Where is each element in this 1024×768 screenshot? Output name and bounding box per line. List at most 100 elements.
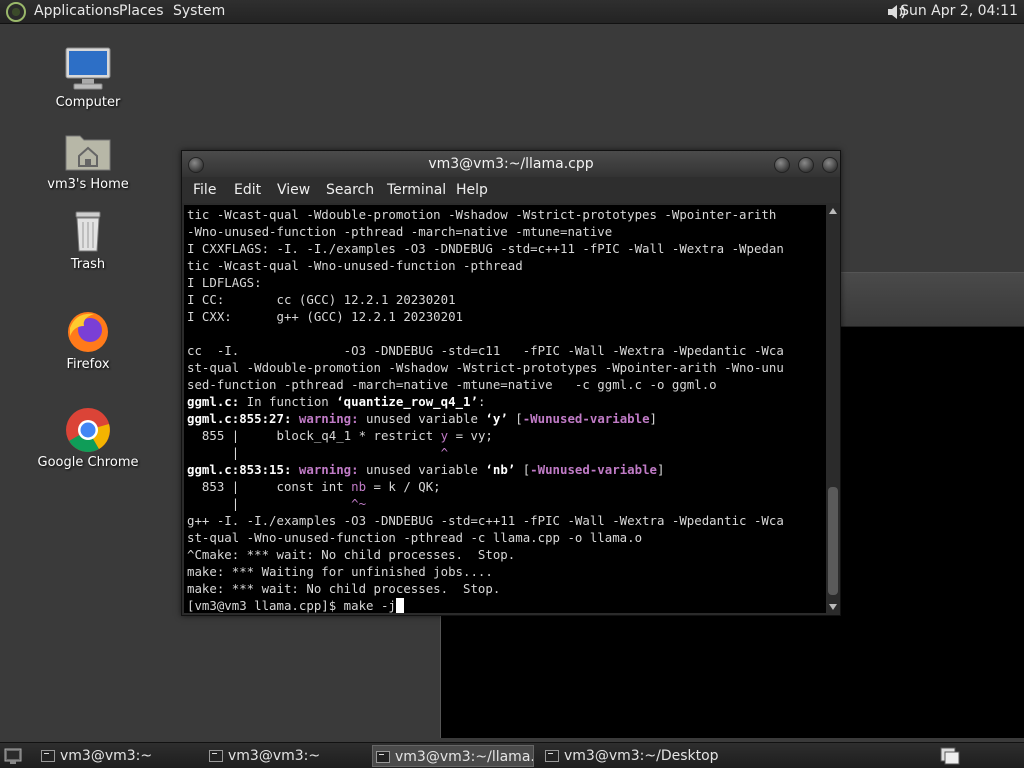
workspace-switcher-icon[interactable] bbox=[940, 747, 960, 765]
terminal-text: In function bbox=[239, 394, 337, 409]
taskbar-item-label: vm3@vm3:~/llama.... bbox=[395, 749, 534, 765]
window-menu-button[interactable] bbox=[188, 157, 204, 173]
top-panel: Applications Places System Sun Apr 2, 04… bbox=[0, 0, 1024, 24]
desktop-icon-firefox[interactable]: Firefox bbox=[28, 308, 148, 372]
desktop-icon-trash[interactable]: Trash bbox=[28, 208, 148, 272]
computer-icon bbox=[65, 47, 111, 90]
menu-help[interactable]: Help bbox=[456, 182, 488, 198]
menu-file[interactable]: File bbox=[193, 182, 216, 198]
source-line: = k / QK; bbox=[366, 479, 441, 494]
terminal-line: tic -Wcast-qual -Wdouble-promotion -Wsha… bbox=[187, 207, 777, 222]
desktop-icon-label: Computer bbox=[55, 95, 121, 110]
warning-label: warning: bbox=[298, 462, 367, 477]
source-highlight: nb bbox=[351, 479, 367, 494]
source-caret: ^ bbox=[440, 445, 449, 460]
terminal-text: : bbox=[477, 394, 486, 409]
show-desktop-icon[interactable] bbox=[4, 747, 22, 765]
terminal-line: make: *** wait: No child processes. Stop… bbox=[187, 581, 501, 596]
terminal-scrollbar[interactable] bbox=[826, 205, 840, 613]
text-cursor bbox=[395, 598, 404, 613]
source-line: 855 | block_q4_1 * restrict bbox=[187, 428, 441, 443]
places-menu[interactable]: Places bbox=[119, 3, 164, 19]
warning-flag: -Wunused-variable bbox=[530, 462, 657, 477]
system-menu[interactable]: System bbox=[173, 3, 225, 19]
warning-location: ggml.c:853:15: bbox=[187, 462, 299, 477]
warning-label: warning: bbox=[298, 411, 367, 426]
taskbar-item[interactable]: vm3@vm3:~ bbox=[206, 745, 368, 767]
terminal-line: I LDFLAGS: bbox=[187, 275, 262, 290]
source-highlight: y bbox=[440, 428, 449, 443]
taskbar-item-label: vm3@vm3:~/Desktop bbox=[564, 748, 719, 764]
desktop-icon-home[interactable]: vm3's Home bbox=[28, 128, 148, 192]
menu-view[interactable]: View bbox=[277, 182, 310, 198]
shell-prompt[interactable]: [vm3@vm3 llama.cpp]$ make -j bbox=[187, 598, 396, 613]
chrome-icon bbox=[66, 408, 110, 452]
terminal-line: make: *** Waiting for unfinished jobs...… bbox=[187, 564, 493, 579]
terminal-line: cc -I. -O3 -DNDEBUG -std=c11 -fPIC -Wall… bbox=[187, 343, 784, 358]
taskbar-item-active[interactable]: vm3@vm3:~/llama.... bbox=[372, 745, 534, 767]
terminal-window[interactable]: vm3@vm3:~/llama.cpp File Edit View Searc… bbox=[181, 150, 841, 616]
minimize-button[interactable] bbox=[774, 157, 790, 173]
terminal-text: ] bbox=[649, 411, 658, 426]
desktop-icon-chrome[interactable]: Google Chrome bbox=[28, 406, 148, 470]
terminal-line: sed-function -pthread -march=native -mtu… bbox=[187, 377, 717, 392]
terminal-line: st-qual -Wno-unused-function -pthread -c… bbox=[187, 530, 643, 545]
taskbar-item[interactable]: vm3@vm3:~/Desktop bbox=[542, 745, 742, 767]
scroll-down-arrow-icon[interactable] bbox=[829, 604, 837, 610]
window-title: vm3@vm3:~/llama.cpp bbox=[428, 156, 594, 172]
terminal-line: ^Cmake: *** wait: No child processes. St… bbox=[187, 547, 516, 562]
error-file-ref: ggml.c: bbox=[187, 394, 240, 409]
desktop-icon-label: Firefox bbox=[66, 357, 110, 372]
terminal-icon bbox=[545, 750, 559, 762]
applications-menu[interactable]: Applications bbox=[34, 3, 120, 19]
bottom-panel: vm3@vm3:~ vm3@vm3:~ vm3@vm3:~/llama.... … bbox=[0, 742, 1024, 768]
terminal-text: ] bbox=[657, 462, 665, 477]
maximize-button[interactable] bbox=[798, 157, 814, 173]
terminal-text: [ bbox=[515, 462, 531, 477]
terminal-line: st-qual -Wdouble-promotion -Wshadow -Wst… bbox=[187, 360, 784, 375]
menu-search[interactable]: Search bbox=[326, 182, 374, 198]
desktop-icon-label: Trash bbox=[70, 257, 106, 272]
desktop-icon-computer[interactable]: Computer bbox=[28, 46, 148, 110]
terminal-icon bbox=[209, 750, 223, 762]
taskbar-item-label: vm3@vm3:~ bbox=[228, 748, 321, 764]
source-caret: ^~ bbox=[351, 496, 367, 511]
terminal-line: g++ -I. -I./examples -O3 -DNDEBUG -std=c… bbox=[187, 513, 784, 528]
terminal-line: I CC: cc (GCC) 12.2.1 20230201 bbox=[187, 292, 456, 307]
desktop-icon-label: vm3's Home bbox=[47, 177, 129, 192]
terminal-output[interactable]: tic -Wcast-qual -Wdouble-promotion -Wsha… bbox=[184, 205, 826, 613]
home-folder-icon bbox=[65, 135, 111, 171]
terminal-line: I CXX: g++ (GCC) 12.2.1 20230201 bbox=[187, 309, 464, 324]
terminal-screen[interactable]: tic -Wcast-qual -Wdouble-promotion -Wsha… bbox=[184, 205, 826, 613]
variable-name: ‘nb’ bbox=[485, 462, 516, 477]
terminal-text: unused variable bbox=[366, 411, 486, 426]
source-caret-line: | bbox=[187, 496, 352, 511]
variable-name: ‘y’ bbox=[485, 411, 508, 426]
terminal-line: -Wno-unused-function -pthread -march=nat… bbox=[187, 224, 613, 239]
close-button[interactable] bbox=[822, 157, 838, 173]
terminal-text: unused variable bbox=[366, 462, 486, 477]
scroll-up-arrow-icon[interactable] bbox=[829, 208, 837, 214]
trash-icon bbox=[75, 211, 101, 252]
taskbar-item-label: vm3@vm3:~ bbox=[60, 748, 153, 764]
source-caret-line: | bbox=[187, 445, 441, 460]
menu-edit[interactable]: Edit bbox=[234, 182, 261, 198]
taskbar-item[interactable]: vm3@vm3:~ bbox=[38, 745, 200, 767]
clock[interactable]: Sun Apr 2, 04:11 bbox=[900, 3, 1018, 19]
terminal-menubar: File Edit View Search Terminal Help bbox=[182, 177, 840, 203]
scrollbar-thumb[interactable] bbox=[828, 487, 838, 595]
menu-terminal[interactable]: Terminal bbox=[387, 182, 446, 198]
desktop-icon-label: Google Chrome bbox=[37, 455, 139, 470]
warning-location: ggml.c:855:27: bbox=[187, 411, 299, 426]
function-name: ‘quantize_row_q4_1’ bbox=[336, 394, 478, 409]
terminal-icon bbox=[376, 751, 390, 763]
terminal-text: [ bbox=[507, 411, 523, 426]
firefox-icon bbox=[68, 312, 108, 352]
source-line: 853 | const int bbox=[187, 479, 352, 494]
distro-logo-icon[interactable] bbox=[6, 2, 26, 22]
terminal-titlebar[interactable]: vm3@vm3:~/llama.cpp bbox=[182, 151, 840, 177]
terminal-icon bbox=[41, 750, 55, 762]
terminal-line: tic -Wcast-qual -Wno-unused-function -pt… bbox=[187, 258, 523, 273]
terminal-line: I CXXFLAGS: -I. -I./examples -O3 -DNDEBU… bbox=[187, 241, 784, 256]
source-line: = vy; bbox=[448, 428, 493, 443]
